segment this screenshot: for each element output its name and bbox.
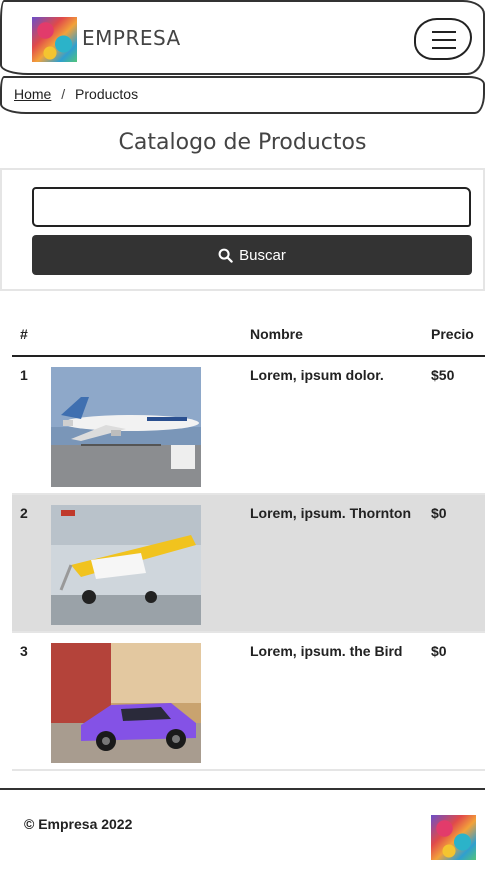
row-num: 1 [12,356,51,495]
row-image-cell [51,356,250,495]
header-image [51,312,250,357]
row-image-cell [51,494,250,633]
row-price: $0 [431,632,485,771]
header-price: Precio [431,312,485,357]
search-button-label: Buscar [239,246,286,264]
table-row[interactable]: 2 Lorem, ipsum. Thornton $0 [12,494,485,633]
footer-copyright: © Empresa 2022 [24,816,133,832]
menu-toggle-button[interactable] [414,18,472,60]
footer: © Empresa 2022 [0,788,485,883]
search-icon [218,248,233,263]
search-input[interactable] [32,187,471,227]
hamburger-menu-icon [432,31,456,33]
table-row[interactable]: 1 Lorem, ipsum dolor. $50 [12,356,485,495]
brand-logo-icon[interactable] [32,17,77,62]
footer-logo-icon[interactable] [431,815,476,860]
page-title: Catalogo de Productos [118,130,367,155]
products-table: # Nombre Precio 1 Lorem, ipsum dolor. $5… [12,312,485,771]
row-name: Lorem, ipsum. the Bird [250,632,431,771]
breadcrumb-current: Productos [75,86,139,102]
header-num: # [12,312,51,357]
yellow-airplane-image[interactable] [51,505,201,625]
row-name: Lorem, ipsum dolor. [250,356,431,495]
row-image-cell [51,632,250,771]
breadcrumb: Home / Productos [0,76,485,114]
breadcrumb-separator: / [61,86,66,102]
navbar: EMPRESA [0,0,485,75]
header-name: Nombre [250,312,431,357]
purple-car-image[interactable] [51,643,201,763]
row-name: Lorem, ipsum. Thornton [250,494,431,633]
row-num: 2 [12,494,51,633]
breadcrumb-home-link[interactable]: Home [14,86,51,102]
search-button[interactable]: Buscar [32,235,472,275]
hamburger-menu-icon-bar [432,39,456,41]
table-header-row: # Nombre Precio [12,312,485,357]
hamburger-menu-icon-bar [432,47,456,49]
row-price: $0 [431,494,485,633]
search-card: Buscar [0,168,485,291]
row-price: $50 [431,356,485,495]
airplane-image[interactable] [51,367,201,487]
row-num: 3 [12,632,51,771]
table-row[interactable]: 3 Lorem, ipsum. the Bird $0 [12,632,485,771]
brand-name[interactable]: EMPRESA [82,26,181,50]
